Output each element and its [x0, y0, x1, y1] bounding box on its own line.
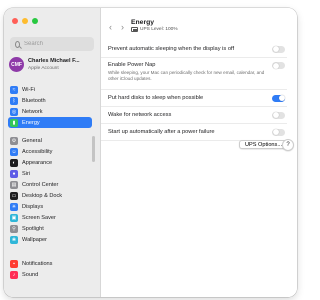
account-text: Charles Michael F... Apple Account — [28, 58, 80, 72]
sidebar-group-network: ≈ Wi-Fi ᛒ Bluetooth ◎ Network ▮ Energy — [8, 84, 92, 128]
sidebar-item-sound[interactable]: ♪ Sound — [8, 269, 92, 280]
toggle-knob — [272, 129, 279, 135]
setting-label: Prevent automatic sleeping when the disp… — [108, 46, 235, 52]
wifi-icon: ≈ — [10, 85, 18, 94]
search-icon — [15, 40, 20, 48]
apple-account-item[interactable]: CMF Charles Michael F... Apple Account — [9, 57, 95, 72]
energy-icon: ▮ — [10, 118, 18, 127]
search-input[interactable] — [24, 41, 94, 47]
zoom-button[interactable] — [32, 18, 38, 24]
toggle-knob — [272, 46, 279, 52]
minimize-button[interactable] — [22, 18, 28, 24]
setting-label: Start up automatically after a power fai… — [108, 129, 215, 135]
setting-row: Put hard disks to sleep when possible — [101, 90, 287, 107]
ups-level-status: UPS Level: 100% — [131, 27, 178, 32]
bluetooth-icon: ᛒ — [10, 96, 18, 105]
toggle-knob — [272, 62, 279, 69]
sidebar-scrollbar[interactable] — [92, 136, 95, 162]
sidebar-item-energy[interactable]: ▮ Energy — [8, 117, 92, 128]
setting-row: Enable Power Nap While sleeping, your Mac… — [101, 58, 287, 90]
sidebar-item-label: Bluetooth — [22, 97, 46, 104]
sidebar-item-control-center[interactable]: ▤ Control Center — [8, 179, 92, 190]
toggle-knob — [278, 95, 285, 101]
history-navigation: ‹ › — [109, 23, 124, 32]
sidebar-item-notifications[interactable]: ▪ Notifications — [8, 258, 92, 269]
close-button[interactable] — [12, 18, 18, 24]
sidebar-item-label: Screen Saver — [22, 214, 56, 221]
screen-saver-icon: ▣ — [10, 213, 18, 222]
main-content: ‹ › Energy UPS Level: 100% Prevent autom… — [101, 8, 297, 297]
sidebar: CMF Charles Michael F... Apple Account ≈… — [4, 8, 101, 297]
sidebar-item-displays[interactable]: ✳ Displays — [8, 201, 92, 212]
help-button[interactable]: ? — [282, 139, 294, 151]
battery-icon — [131, 27, 138, 32]
account-name: Charles Michael F... — [28, 57, 80, 64]
sidebar-item-spotlight[interactable]: ⚲ Spotlight — [8, 223, 92, 234]
displays-icon: ✳ — [10, 202, 18, 211]
setting-toggle[interactable] — [272, 111, 285, 119]
sidebar-item-wi-fi[interactable]: ≈ Wi-Fi — [8, 84, 92, 95]
toggle-knob — [272, 112, 279, 118]
setting-row: Wake for network access — [101, 107, 287, 124]
search-field[interactable] — [10, 37, 94, 51]
sidebar-item-network[interactable]: ◎ Network — [8, 106, 92, 117]
energy-settings-group: Prevent automatic sleeping when the disp… — [101, 41, 297, 141]
sidebar-item-bluetooth[interactable]: ᛒ Bluetooth — [8, 95, 92, 106]
setting-label: Put hard disks to sleep when possible — [108, 95, 204, 101]
sidebar-item-general[interactable]: ⚙ General — [8, 135, 92, 146]
page-title: Energy — [131, 19, 155, 26]
general-icon: ⚙ — [10, 136, 18, 145]
spotlight-icon: ⚲ — [10, 224, 18, 233]
sidebar-item-label: Spotlight — [22, 225, 44, 232]
setting-toggle[interactable] — [272, 128, 285, 136]
desktop-dock-icon: ▭ — [10, 191, 18, 200]
setting-row: Prevent automatic sleeping when the disp… — [101, 41, 287, 58]
sidebar-group-notifications: ▪ Notifications ♪ Sound — [8, 258, 92, 280]
sidebar-item-appearance[interactable]: ◐ Appearance — [8, 157, 92, 168]
sidebar-item-label: Siri — [22, 170, 31, 177]
sidebar-group-system: ⚙ General ☺ Accessibility ◐ Appearance ● Siri ▤ C… — [8, 135, 92, 245]
window-controls — [12, 18, 38, 24]
setting-row: Start up automatically after a power fai… — [101, 124, 287, 141]
sidebar-item-label: Sound — [22, 271, 39, 278]
setting-label: Wake for network access — [108, 112, 172, 118]
sidebar-item-label: Desktop & Dock — [22, 192, 63, 199]
setting-toggle[interactable] — [272, 94, 285, 102]
sidebar-item-accessibility[interactable]: ☺ Accessibility — [8, 146, 92, 157]
sidebar-item-label: General — [22, 137, 42, 144]
sidebar-item-label: Displays — [22, 203, 44, 210]
appearance-icon: ◐ — [10, 158, 18, 167]
system-settings-window: CMF Charles Michael F... Apple Account ≈… — [4, 8, 297, 297]
back-button[interactable]: ‹ — [109, 23, 112, 32]
ups-level-text: UPS Level: 100% — [140, 27, 178, 32]
sidebar-item-label: Network — [22, 108, 43, 115]
setting-label: Enable Power Nap — [108, 62, 156, 68]
setting-toggle[interactable] — [272, 62, 285, 69]
siri-icon: ● — [10, 169, 18, 178]
network-icon: ◎ — [10, 107, 18, 116]
control-center-icon: ▤ — [10, 180, 18, 189]
sidebar-item-label: Wi-Fi — [22, 86, 36, 93]
wallpaper-icon: ❀ — [10, 235, 18, 244]
sidebar-item-screen-saver[interactable]: ▣ Screen Saver — [8, 212, 92, 223]
sound-icon: ♪ — [10, 270, 18, 279]
sidebar-item-siri[interactable]: ● Siri — [8, 168, 92, 179]
sidebar-item-desktop-dock[interactable]: ▭ Desktop & Dock — [8, 190, 92, 201]
notifications-icon: ▪ — [10, 259, 18, 268]
sidebar-item-label: Energy — [22, 119, 40, 126]
setting-description: While sleeping, your Mac can periodicall… — [108, 70, 265, 81]
sidebar-item-label: Appearance — [22, 159, 53, 166]
account-subtitle: Apple Account — [28, 65, 59, 71]
sidebar-item-label: Wallpaper — [22, 236, 47, 243]
sidebar-item-label: Control Center — [22, 181, 59, 188]
sidebar-item-wallpaper[interactable]: ❀ Wallpaper — [8, 234, 92, 245]
ups-options-button[interactable]: UPS Options... — [239, 140, 288, 149]
sidebar-item-label: Notifications — [22, 260, 53, 267]
forward-button[interactable]: › — [121, 23, 124, 32]
setting-toggle[interactable] — [272, 45, 285, 53]
accessibility-icon: ☺ — [10, 147, 18, 156]
sidebar-item-label: Accessibility — [22, 148, 53, 155]
avatar: CMF — [9, 57, 24, 72]
